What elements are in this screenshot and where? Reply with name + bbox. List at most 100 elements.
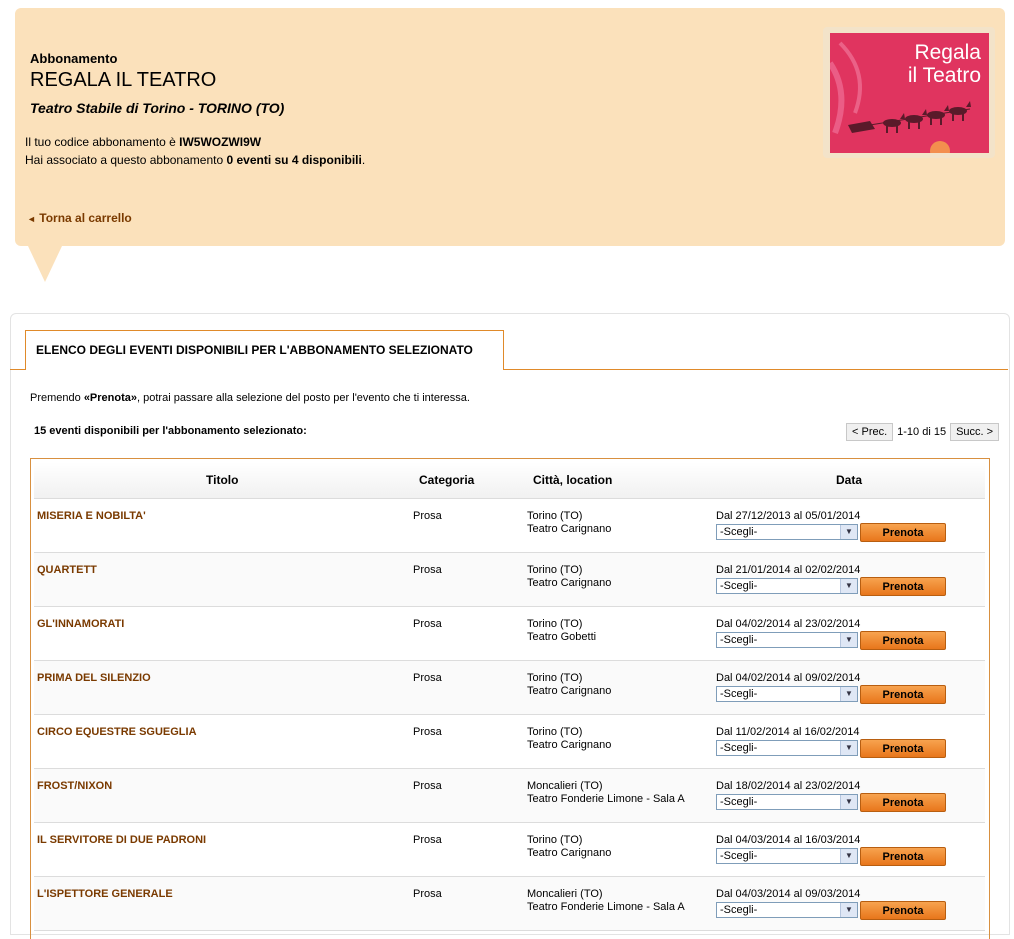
event-title-link[interactable]: QUARTETT [37,564,97,576]
event-category: Prosa [413,564,442,576]
table-row: IL SERVITORE DI DUE PADRONI Prosa Torino (… [34,823,985,877]
col-title: Titolo [206,473,239,487]
prenota-button[interactable]: Prenota [860,523,946,542]
tab-available-events[interactable]: ELENCO DEGLI EVENTI DISPONIBILI PER L'AB… [25,330,504,370]
subscription-venue: Teatro Stabile di Torino - TORINO (TO) [30,100,285,116]
event-title-link[interactable]: GL'INNAMORATI [37,618,124,630]
table-row: GL'INNAMORATI Prosa Torino (TO) Teatro Gobe… [34,607,985,661]
event-venue: Teatro Carignano [527,523,612,535]
promo-text: Regala il Teatro [907,41,981,87]
event-dates: Dal 21/01/2014 al 02/02/2014 [716,564,861,576]
table-row: FROST/NIXON Prosa Moncalieri (TO) Teatro Fo… [34,769,985,823]
event-location: Torino (TO) Teatro Carignano [527,726,611,752]
event-location: Torino (TO) Teatro Carignano [527,834,611,860]
header-pointer [28,246,62,282]
event-location: Torino (TO) Teatro Carignano [527,510,611,536]
subscription-code: IW5WOZWI9W [179,135,262,149]
event-city: Torino (TO) [527,726,583,738]
subscription-code-line: Il tuo codice abbonamento è IW5WOZWI9W [25,135,262,149]
event-venue: Teatro Carignano [527,685,612,697]
date-select-value: -Scegli- [720,742,758,754]
date-select[interactable]: -Scegli- ▼ [716,794,858,810]
col-date: Data [836,473,863,487]
promo-image: Regala il Teatro [823,27,995,158]
prenota-button[interactable]: Prenota [860,631,946,650]
prenota-button[interactable]: Prenota [860,739,946,758]
event-dates: Dal 04/03/2014 al 16/03/2014 [716,834,861,846]
event-city: Torino (TO) [527,618,583,630]
prenota-button[interactable]: Prenota [860,901,946,920]
table-row: MISERIA E NOBILTA' Prosa Torino (TO) Teatro… [34,499,985,553]
assoc-count: 0 eventi su 4 disponibili [226,153,362,167]
table-row: QUARTETT Prosa Torino (TO) Teatro Carignano… [34,553,985,607]
pagination: < Prec. 1-10 di 15 Succ. > [846,423,1000,441]
intro-keyword: «Prenota» [83,392,138,404]
event-category: Prosa [413,510,442,522]
date-select[interactable]: -Scegli- ▼ [716,632,858,648]
prenota-button[interactable]: Prenota [860,685,946,704]
event-venue: Teatro Carignano [527,577,612,589]
chevron-down-icon: ▼ [840,687,857,701]
event-category: Prosa [413,780,442,792]
date-select[interactable]: -Scegli- ▼ [716,578,858,594]
event-category: Prosa [413,888,442,900]
table-row: CIRCO EQUESTRE SGUEGLIA Prosa Torino (TO) T… [34,715,985,769]
event-dates: Dal 04/02/2014 al 23/02/2014 [716,618,861,630]
chevron-down-icon: ▼ [840,849,857,863]
event-category: Prosa [413,618,442,630]
chevron-down-icon: ▼ [840,741,857,755]
table-row: L'ISPETTORE GENERALE Prosa Moncalieri (TO)… [34,877,985,931]
events-count: 15 eventi disponibili per l'abbonamento … [34,425,307,437]
date-select[interactable]: -Scegli- ▼ [716,686,858,702]
event-title-link[interactable]: L'ISPETTORE GENERALE [37,888,173,900]
event-category: Prosa [413,672,442,684]
col-location: Città, location [533,473,613,487]
event-city: Torino (TO) [527,834,583,846]
subscription-assoc-line: Hai associato a questo abbonamento 0 eve… [25,153,366,167]
event-venue: Teatro Fonderie Limone - Sala A [527,793,685,805]
event-title-link[interactable]: CIRCO EQUESTRE SGUEGLIA [37,726,197,738]
prenota-button[interactable]: Prenota [860,577,946,596]
event-city: Moncalieri (TO) [527,888,603,900]
event-location: Torino (TO) Teatro Carignano [527,564,611,590]
chevron-down-icon: ▼ [840,903,857,917]
back-to-cart-link[interactable]: ◄ Torna al carrello [27,211,132,225]
event-dates: Dal 04/03/2014 al 09/03/2014 [716,888,861,900]
event-title-link[interactable]: MISERIA E NOBILTA' [37,510,146,522]
subscription-title: REGALA IL TEATRO [30,69,217,91]
event-city: Torino (TO) [527,672,583,684]
event-venue: Teatro Fonderie Limone - Sala A [527,901,685,913]
prenota-button[interactable]: Prenota [860,847,946,866]
date-select[interactable]: -Scegli- ▼ [716,902,858,918]
prenota-button[interactable]: Prenota [860,793,946,812]
date-select-value: -Scegli- [720,634,758,646]
date-select[interactable]: -Scegli- ▼ [716,740,858,756]
date-select-value: -Scegli- [720,580,758,592]
date-select-value: -Scegli- [720,796,758,808]
event-location: Moncalieri (TO) Teatro Fonderie Limone - … [527,888,685,914]
event-dates: Dal 18/02/2014 al 23/02/2014 [716,780,861,792]
prev-page-button[interactable]: < Prec. [846,423,894,441]
chevron-down-icon: ▼ [840,795,857,809]
date-select-value: -Scegli- [720,904,758,916]
table-row: PRIMA DEL SILENZIO Prosa Torino (TO) Teatro… [34,661,985,715]
event-city: Moncalieri (TO) [527,780,603,792]
event-title-link[interactable]: PRIMA DEL SILENZIO [37,672,151,684]
event-location: Moncalieri (TO) Teatro Fonderie Limone - … [527,780,685,806]
date-select[interactable]: -Scegli- ▼ [716,524,858,540]
event-dates: Dal 11/02/2014 al 16/02/2014 [716,726,860,738]
table-header: Titolo Categoria Città, location Data [34,462,985,499]
date-select[interactable]: -Scegli- ▼ [716,848,858,864]
date-select-value: -Scegli- [720,688,758,700]
chevron-down-icon: ▼ [840,525,857,539]
promo-image-inner: Regala il Teatro [830,33,989,153]
page-info: 1-10 di 15 [897,426,947,438]
event-title-link[interactable]: IL SERVITORE DI DUE PADRONI [37,834,206,846]
next-page-button[interactable]: Succ. > [950,423,1000,441]
date-select-value: -Scegli- [720,526,758,538]
chevron-down-icon: ▼ [840,633,857,647]
event-title-link[interactable]: FROST/NIXON [37,780,112,792]
chevron-down-icon: ▼ [840,579,857,593]
event-venue: Teatro Carignano [527,739,612,751]
event-dates: Dal 04/02/2014 al 09/02/2014 [716,672,861,684]
